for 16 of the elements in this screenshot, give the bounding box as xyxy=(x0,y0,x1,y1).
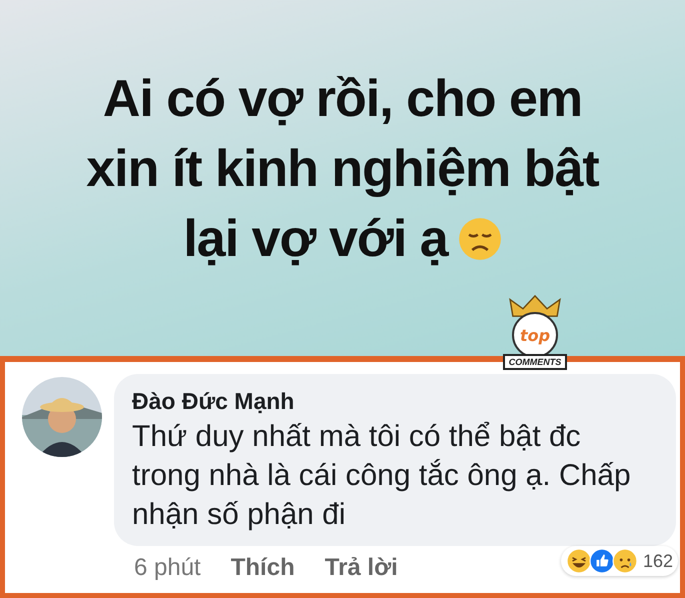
badge-text: top xyxy=(520,326,550,344)
laughing-face-icon xyxy=(566,548,592,574)
author-name[interactable]: Đào Đức Mạnh xyxy=(132,388,636,415)
comment-time: 6 phút xyxy=(134,554,201,582)
sad-face-icon xyxy=(458,217,502,261)
thumbs-up-icon xyxy=(588,548,615,574)
post-text: lại vợ với ạ xyxy=(183,209,448,269)
comment-action-link[interactable]: Thích xyxy=(230,554,295,582)
crying-face-icon xyxy=(612,548,638,574)
badge-label: COMMENTS xyxy=(502,354,568,370)
comment-action-link[interactable]: Trả lời xyxy=(324,554,398,582)
reactions-pill[interactable]: 162 xyxy=(560,546,678,576)
reaction-count: 162 xyxy=(642,550,673,572)
post-text: xin ít kinh nghiệm bật xyxy=(86,139,599,199)
comment-text: Thứ duy nhất mà tôi có thể bật đc trong nhà là cái công tắc ông ạ. Chấp nhận số phận đi xyxy=(132,419,632,533)
post-text: Ai có vợ rồi, cho em xyxy=(102,69,582,129)
